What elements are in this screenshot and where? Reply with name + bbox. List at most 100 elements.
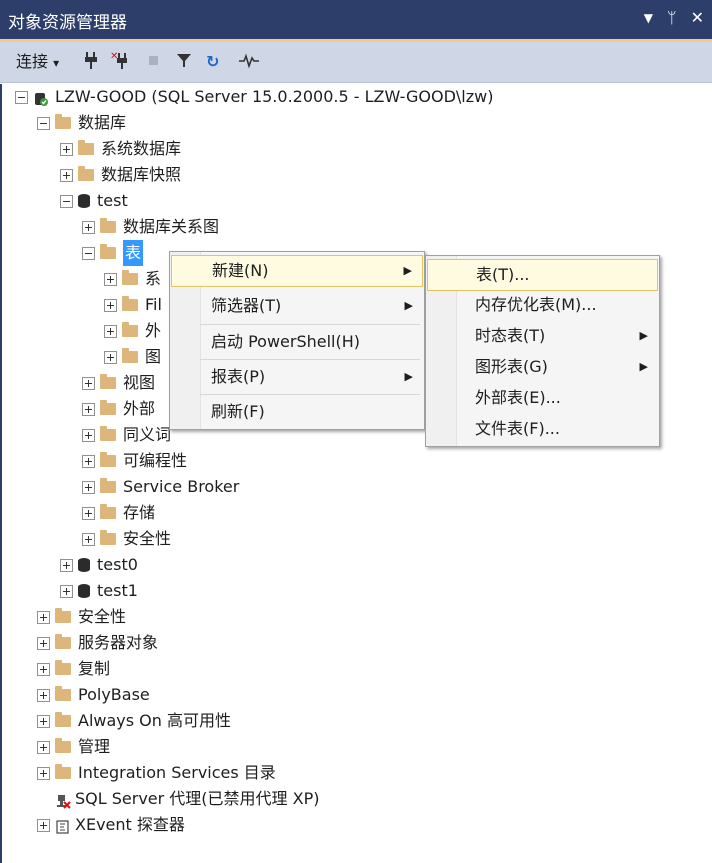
menu-item-reports[interactable]: 报表(P) ▶ (171, 360, 423, 394)
tree-node-label: test1 (97, 581, 138, 600)
menu-item-filter[interactable]: 筛选器(T) ▶ (171, 289, 423, 323)
tree-node-storage[interactable]: 存储 (82, 500, 155, 526)
expand-icon[interactable] (37, 688, 50, 702)
window-position-dropdown-icon[interactable]: ▼ (644, 8, 653, 28)
expand-icon[interactable] (82, 428, 95, 442)
menu-item-new[interactable]: 新建(N) ▶ (171, 255, 423, 287)
tree-node-label: test (97, 191, 128, 210)
tree-node-polybase[interactable]: PolyBase (37, 682, 150, 708)
folder-icon (100, 478, 116, 493)
tree-node-system-databases[interactable]: 系统数据库 (60, 136, 181, 162)
folder-icon (122, 270, 138, 285)
expand-icon[interactable] (104, 350, 117, 364)
tree-node-programmability[interactable]: 可编程性 (82, 448, 187, 474)
submenu-arrow-icon: ▶ (404, 299, 413, 312)
collapse-icon[interactable] (60, 194, 73, 208)
collapse-icon[interactable] (37, 116, 50, 130)
connect-button[interactable]: 连接 ▾ (16, 50, 59, 74)
expand-icon[interactable] (37, 714, 50, 728)
tree-node-xevent-profiler[interactable]: XEvent 探查器 (37, 812, 185, 838)
expand-icon[interactable] (60, 558, 73, 572)
folder-icon (78, 166, 94, 181)
tree-node-test0[interactable]: test0 (60, 552, 138, 578)
folder-icon (100, 426, 116, 441)
submenu-item-table[interactable]: 表(T)... (427, 259, 658, 291)
tree-node-database-snapshots[interactable]: 数据库快照 (60, 162, 181, 188)
tree-node-label: 同义词 (123, 425, 172, 444)
folder-icon (100, 374, 116, 389)
activity-monitor-icon[interactable] (238, 50, 260, 74)
tree-node-synonyms[interactable]: 同义词 (82, 422, 171, 448)
submenu-arrow-icon: ▶ (403, 264, 412, 277)
tree-node-label: 系统数据库 (101, 139, 182, 158)
tree-node-databases[interactable]: 数据库 (37, 110, 126, 136)
tree-node-security[interactable]: 安全性 (37, 604, 126, 630)
expand-icon[interactable] (60, 168, 73, 182)
expand-icon[interactable] (82, 454, 95, 468)
tree-node-integration-services[interactable]: Integration Services 目录 (37, 760, 276, 786)
expand-icon[interactable] (60, 142, 73, 156)
expand-icon[interactable] (82, 480, 95, 494)
tree-node-label: Integration Services 目录 (78, 763, 276, 782)
tree-node-views[interactable]: 视图 (82, 370, 155, 396)
expand-icon[interactable] (104, 298, 117, 312)
filter-icon[interactable] (176, 50, 192, 74)
submenu-item-external-table[interactable]: 外部表(E)... (427, 381, 658, 415)
tree-node-management[interactable]: 管理 (37, 734, 110, 760)
tree-node-label: 管理 (78, 737, 111, 756)
tree-node-test[interactable]: test (60, 188, 128, 214)
expand-icon[interactable] (104, 272, 117, 286)
submenu-item-file-table[interactable]: 文件表(F)... (427, 412, 658, 446)
submenu-item-memory-optimized-table[interactable]: 内存优化表(M)... (427, 288, 658, 322)
tree-node-always-on[interactable]: Always On 高可用性 (37, 708, 231, 734)
tree-node-service-broker[interactable]: Service Broker (82, 474, 239, 500)
close-icon[interactable]: ✕ (691, 8, 704, 28)
connect-plug-icon[interactable] (84, 50, 98, 74)
folder-icon (100, 504, 116, 519)
refresh-icon[interactable]: ↻ (206, 50, 219, 74)
tree-node-filetables[interactable]: Fil (104, 292, 162, 318)
submenu-item-temporal-table[interactable]: 时态表(T) ▶ (427, 319, 658, 353)
menu-item-refresh[interactable]: 刷新(F) (171, 395, 423, 429)
submenu-arrow-icon: ▶ (639, 329, 648, 342)
submenu-item-graph-table[interactable]: 图形表(G) ▶ (427, 350, 658, 384)
expand-icon[interactable] (104, 324, 117, 338)
expand-icon[interactable] (37, 662, 50, 676)
collapse-icon[interactable] (15, 90, 28, 104)
tree-node-external-resources[interactable]: 外部 (82, 396, 155, 422)
stop-icon[interactable] (148, 50, 160, 74)
expand-icon[interactable] (37, 818, 50, 832)
tree-node-tables[interactable]: 表 (82, 240, 144, 266)
collapse-icon[interactable] (82, 246, 95, 260)
expand-icon[interactable] (60, 584, 73, 598)
tree-node-label: 外部 (123, 399, 156, 418)
disconnect-icon[interactable]: ✕ (110, 50, 130, 74)
expand-icon[interactable] (82, 376, 95, 390)
tree-node-database-diagrams[interactable]: 数据库关系图 (82, 214, 219, 240)
tree-node-graph-tables[interactable]: 图 (104, 344, 161, 370)
folder-icon (55, 660, 71, 675)
menu-item-label: 筛选器(T) (211, 296, 282, 315)
pin-icon[interactable]: ᛘ (667, 8, 677, 28)
expand-icon[interactable] (82, 402, 95, 416)
tree-node-label: 安全性 (123, 529, 172, 548)
expand-icon[interactable] (82, 220, 95, 234)
tree-node-external-tables[interactable]: 外 (104, 318, 161, 344)
expand-icon[interactable] (37, 766, 50, 780)
expand-icon[interactable] (82, 532, 95, 546)
tree-node-test1[interactable]: test1 (60, 578, 138, 604)
tree-node-replication[interactable]: 复制 (37, 656, 110, 682)
expand-icon[interactable] (37, 636, 50, 650)
tree-node-server-objects[interactable]: 服务器对象 (37, 630, 158, 656)
expand-icon[interactable] (37, 610, 50, 624)
tree-node-db-security[interactable]: 安全性 (82, 526, 171, 552)
expand-icon[interactable] (82, 506, 95, 520)
server-icon (33, 89, 49, 106)
tree-node-server[interactable]: LZW-GOOD (SQL Server 15.0.2000.5 - LZW-G… (15, 84, 493, 110)
menu-item-start-powershell[interactable]: 启动 PowerShell(H) (171, 325, 423, 359)
tree-node-system-tables[interactable]: 系 (104, 266, 161, 292)
tree-node-sql-agent[interactable]: SQL Server 代理(已禁用代理 XP) (37, 786, 320, 812)
expand-icon[interactable] (37, 740, 50, 754)
folder-icon (122, 322, 138, 337)
menu-item-label: 报表(P) (211, 367, 266, 386)
